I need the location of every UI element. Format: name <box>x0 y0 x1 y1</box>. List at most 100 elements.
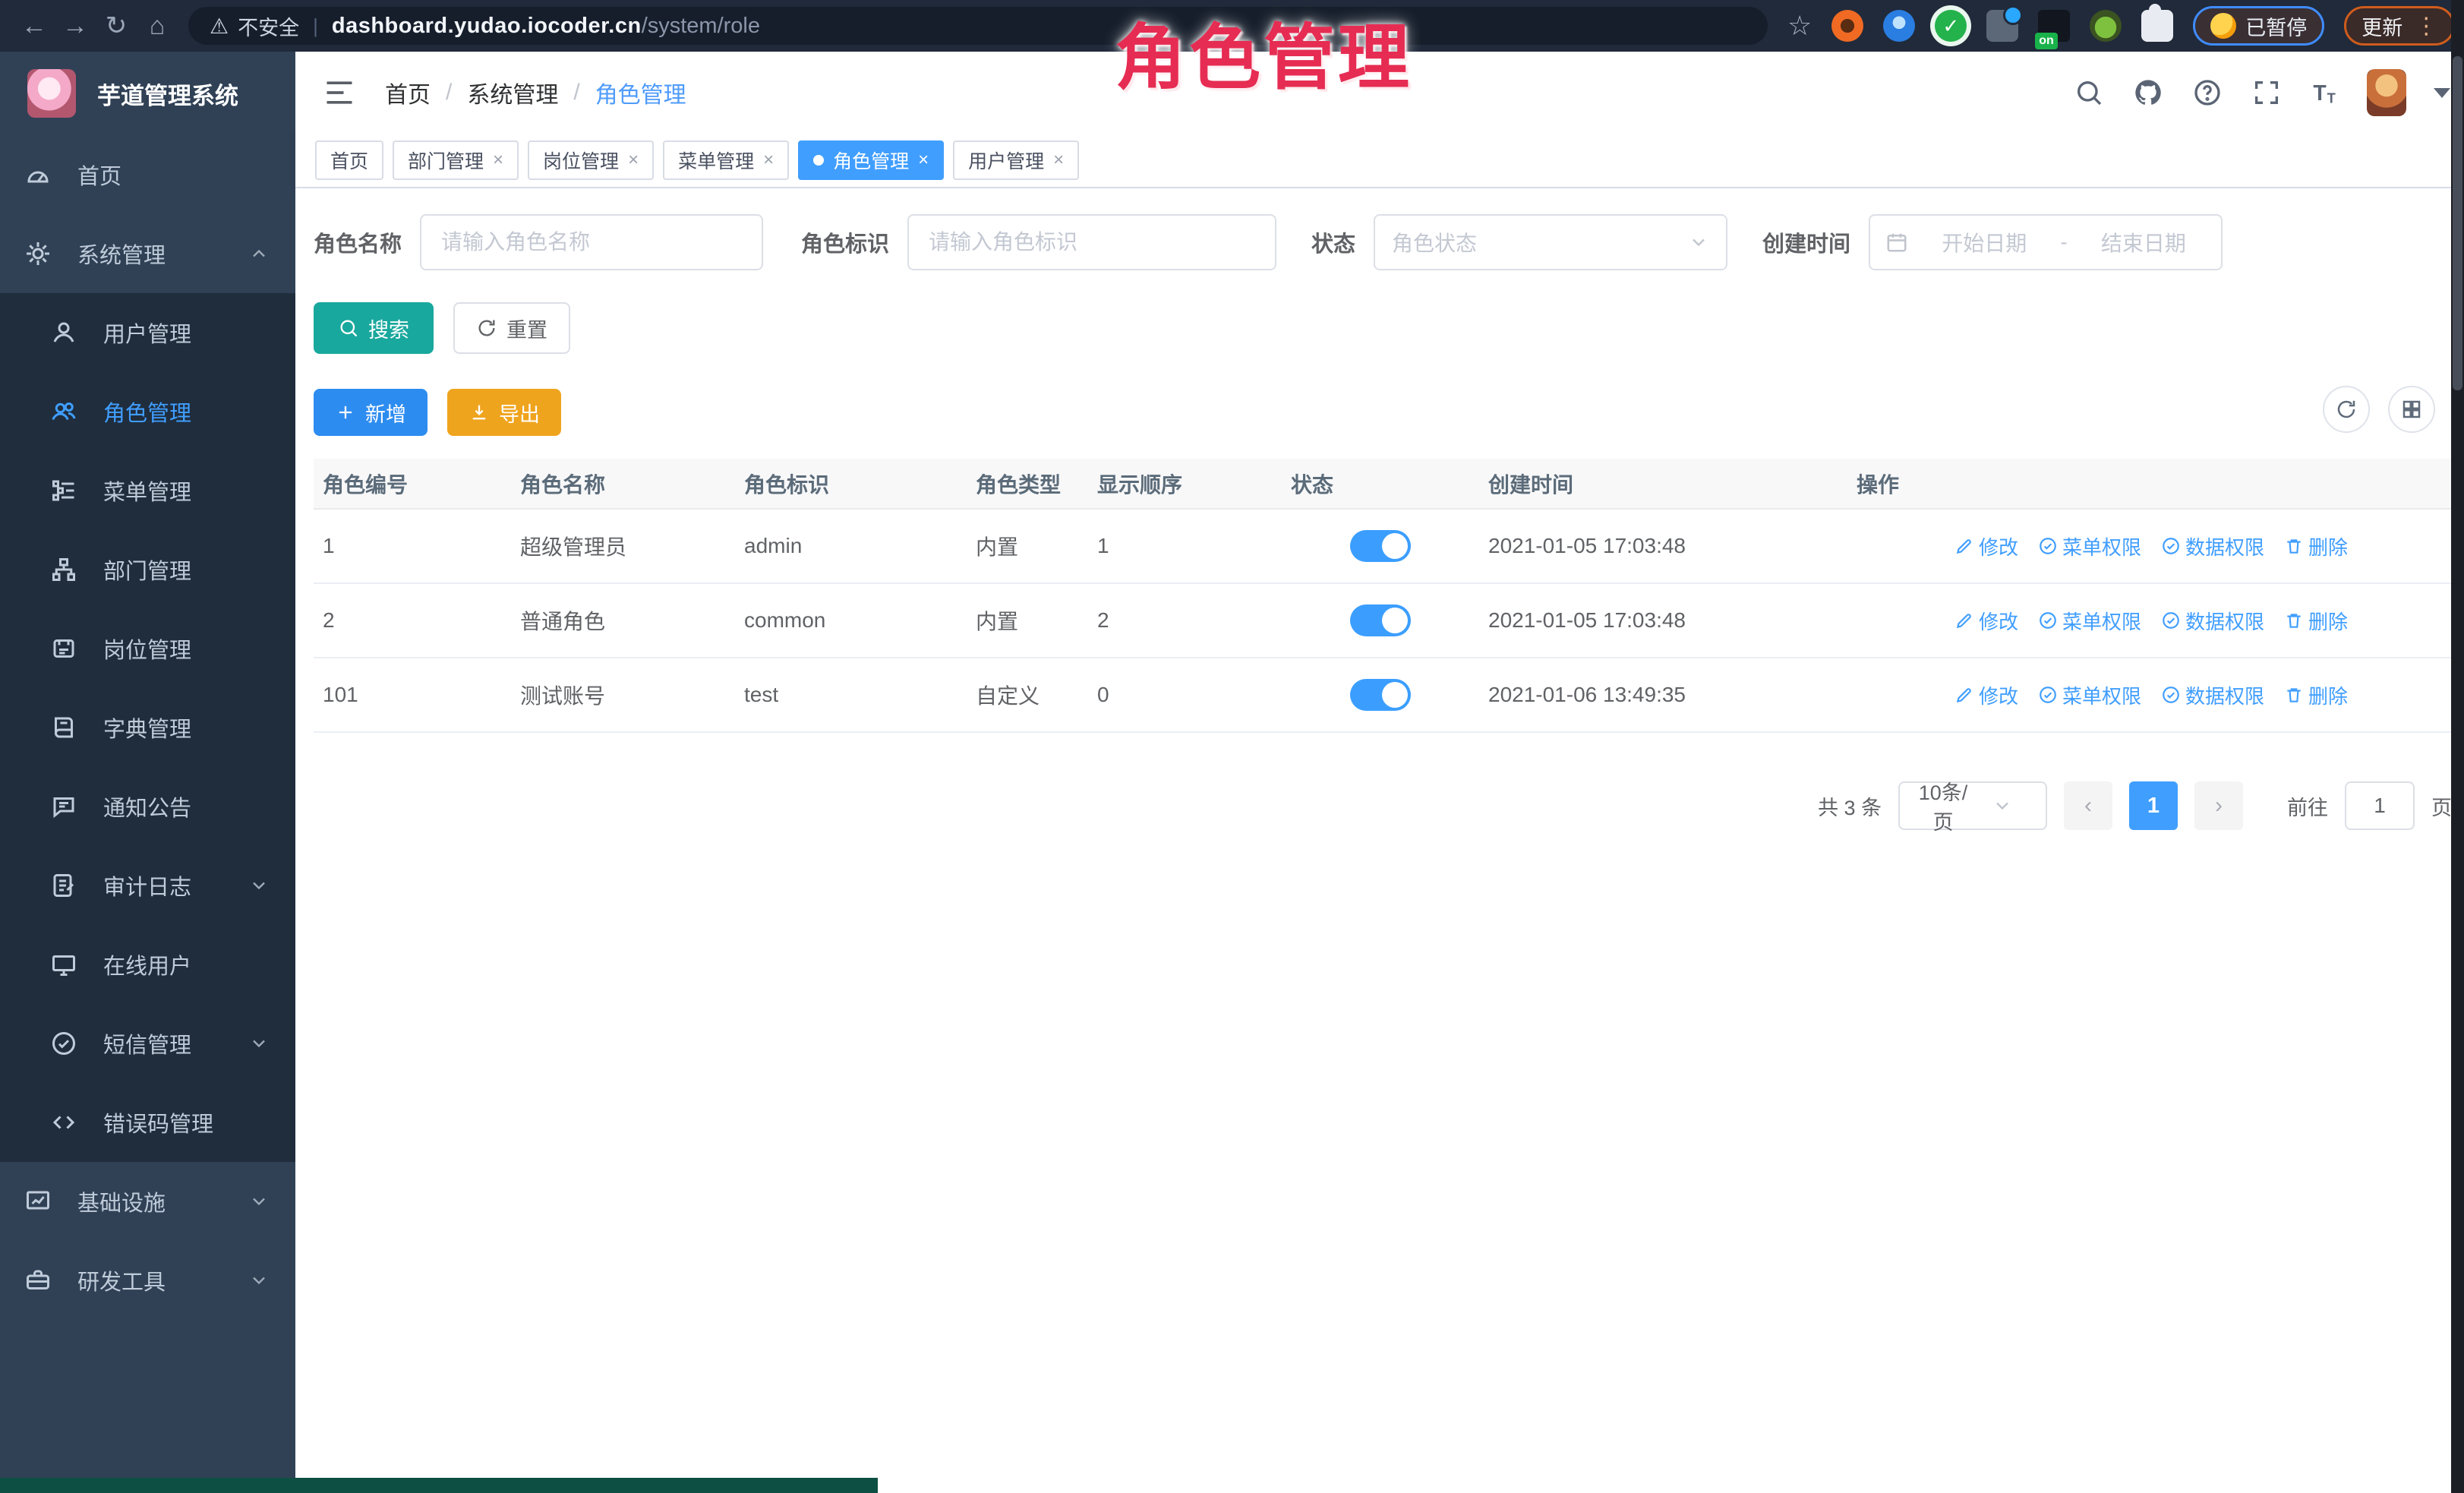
sidebar-item-error-code[interactable]: 错误码管理 <box>0 1083 295 1162</box>
pagination-total: 共 3 条 <box>1818 791 1882 821</box>
sidebar-item-label: 用户管理 <box>103 317 191 349</box>
menu-permission-link[interactable]: 菜单权限 <box>2038 607 2141 635</box>
edit-link[interactable]: 修改 <box>1954 681 2018 709</box>
menu-permission-link[interactable]: 菜单权限 <box>2038 681 2141 709</box>
sidebar-item-online-users[interactable]: 在线用户 <box>0 925 295 1004</box>
sidebar-item-dev-tools[interactable]: 研发工具 <box>0 1241 295 1320</box>
role-key-input[interactable] <box>907 214 1276 270</box>
cell-role-name: 超级管理员 <box>511 509 735 583</box>
calendar-icon <box>1885 231 1908 254</box>
column-settings-button[interactable] <box>2388 386 2435 433</box>
menu-permission-label: 菜单权限 <box>2062 532 2141 560</box>
search-icon[interactable] <box>2071 74 2107 111</box>
extension-grid-icon[interactable] <box>1986 10 2018 42</box>
tab-close-icon[interactable]: × <box>918 150 929 171</box>
sidebar-item-home[interactable]: 首页 <box>0 135 295 214</box>
add-button[interactable]: 新增 <box>314 389 427 436</box>
refresh-table-button[interactable] <box>2323 386 2370 433</box>
extension-plant-icon[interactable] <box>2090 10 2122 42</box>
paused-badge[interactable]: 已暂停 <box>2193 6 2324 46</box>
next-page-button[interactable]: › <box>2194 781 2243 830</box>
insecure-label: 不安全 <box>238 11 299 41</box>
sidebar-item-dict-management[interactable]: 字典管理 <box>0 688 295 767</box>
sidebar-item-dept-management[interactable]: 部门管理 <box>0 530 295 609</box>
browser-back-icon[interactable]: ← <box>14 5 55 46</box>
topbar-actions: TT <box>2071 69 2450 116</box>
table-row: 1 超级管理员 admin 内置 1 2021-01-05 17:03:48 修… <box>314 509 2455 583</box>
current-page-button[interactable]: 1 <box>2129 781 2178 830</box>
goto-page-input[interactable] <box>2345 781 2415 830</box>
status-select[interactable]: 角色状态 <box>1374 214 1727 270</box>
status-toggle-on[interactable] <box>1350 604 1411 636</box>
cell-create-time: 2021-01-05 17:03:48 <box>1479 583 1847 658</box>
delete-link[interactable]: 删除 <box>2284 607 2348 635</box>
row-actions: 修改 菜单权限 数据权限 删除 <box>1857 607 2446 635</box>
page-size-select[interactable]: 10条/页 <box>1898 781 2047 830</box>
sidebar-item-user-management[interactable]: 用户管理 <box>0 293 295 372</box>
browser-scrollbar[interactable] <box>2451 0 2464 1493</box>
sidebar-item-role-management[interactable]: 角色管理 <box>0 372 295 451</box>
sidebar-item-notice[interactable]: 通知公告 <box>0 767 295 846</box>
extension-blue-drop-icon[interactable] <box>1883 10 1915 42</box>
prev-page-button[interactable]: ‹ <box>2064 781 2112 830</box>
tab-user[interactable]: 用户管理 × <box>953 140 1079 180</box>
browser-home-icon[interactable]: ⌂ <box>137 5 178 46</box>
edit-link-label: 修改 <box>1979 607 2018 635</box>
extension-orange-icon[interactable] <box>1831 10 1863 42</box>
browser-menu-kebab-icon[interactable]: ⋮ <box>2415 13 2437 39</box>
data-permission-link[interactable]: 数据权限 <box>2161 532 2264 560</box>
tab-close-icon[interactable]: × <box>763 150 774 171</box>
tab-home[interactable]: 首页 <box>315 140 383 180</box>
sidebar-item-system[interactable]: 系统管理 <box>0 214 295 293</box>
reset-button[interactable]: 重置 <box>453 302 570 354</box>
tab-menu[interactable]: 菜单管理 × <box>663 140 789 180</box>
sidebar-item-post-management[interactable]: 岗位管理 <box>0 609 295 688</box>
hamburger-icon[interactable] <box>323 76 356 109</box>
dev-tools-briefcase-icon <box>23 1265 53 1296</box>
tab-close-icon[interactable]: × <box>1053 150 1064 171</box>
menu-permission-link[interactable]: 菜单权限 <box>2038 532 2141 560</box>
delete-link[interactable]: 删除 <box>2284 681 2348 709</box>
user-avatar[interactable] <box>2367 69 2406 116</box>
tab-close-icon[interactable]: × <box>628 150 639 171</box>
create-time-range-picker[interactable]: 开始日期 - 结束日期 <box>1869 214 2223 270</box>
data-permission-link[interactable]: 数据权限 <box>2161 607 2264 635</box>
data-permission-link[interactable]: 数据权限 <box>2161 681 2264 709</box>
avatar-caret-icon[interactable] <box>2434 88 2450 98</box>
help-icon[interactable] <box>2189 74 2226 111</box>
extensions-puzzle-icon[interactable] <box>2141 10 2173 42</box>
tab-label: 角色管理 <box>833 147 909 174</box>
github-icon[interactable] <box>2130 74 2166 111</box>
cell-create-time: 2021-01-06 13:49:35 <box>1479 658 1847 732</box>
update-button[interactable]: 更新 ⋮ <box>2344 6 2455 46</box>
extension-green-check-icon[interactable] <box>1935 10 1967 42</box>
tab-role[interactable]: 角色管理 × <box>798 140 944 180</box>
extension-switch-icon[interactable]: on <box>2038 10 2070 42</box>
font-size-icon[interactable]: TT <box>2308 74 2344 111</box>
bookmark-star-icon[interactable]: ☆ <box>1787 10 1812 42</box>
role-name-input[interactable] <box>420 214 763 270</box>
tab-post[interactable]: 岗位管理 × <box>528 140 654 180</box>
fullscreen-icon[interactable] <box>2248 74 2285 111</box>
scrollbar-thumb[interactable] <box>2453 56 2462 390</box>
tab-close-icon[interactable]: × <box>493 150 503 171</box>
sidebar-item-infrastructure[interactable]: 基础设施 <box>0 1162 295 1241</box>
export-button[interactable]: 导出 <box>447 389 561 436</box>
sidebar-item-audit-log[interactable]: 审计日志 <box>0 846 295 925</box>
sidebar-item-menu-management[interactable]: 菜单管理 <box>0 451 295 530</box>
address-bar[interactable]: ⚠ 不安全 | dashboard.yudao.iocoder.cn /syst… <box>188 7 1768 45</box>
browser-reload-icon[interactable]: ↻ <box>96 5 137 46</box>
breadcrumb-home[interactable]: 首页 <box>385 76 431 109</box>
delete-link[interactable]: 删除 <box>2284 532 2348 560</box>
browser-forward-icon[interactable]: → <box>55 5 96 46</box>
search-button[interactable]: 搜索 <box>314 302 434 354</box>
edit-link[interactable]: 修改 <box>1954 607 2018 635</box>
status-toggle-on[interactable] <box>1350 530 1411 562</box>
status-toggle-on[interactable] <box>1350 679 1411 711</box>
table-row: 2 普通角色 common 内置 2 2021-01-05 17:03:48 修… <box>314 583 2455 658</box>
app-logo-row[interactable]: 芋道管理系统 <box>0 52 295 135</box>
breadcrumb-system[interactable]: 系统管理 <box>467 76 558 109</box>
edit-link[interactable]: 修改 <box>1954 532 2018 560</box>
sidebar-item-sms-management[interactable]: 短信管理 <box>0 1004 295 1083</box>
tab-dept[interactable]: 部门管理 × <box>393 140 519 180</box>
